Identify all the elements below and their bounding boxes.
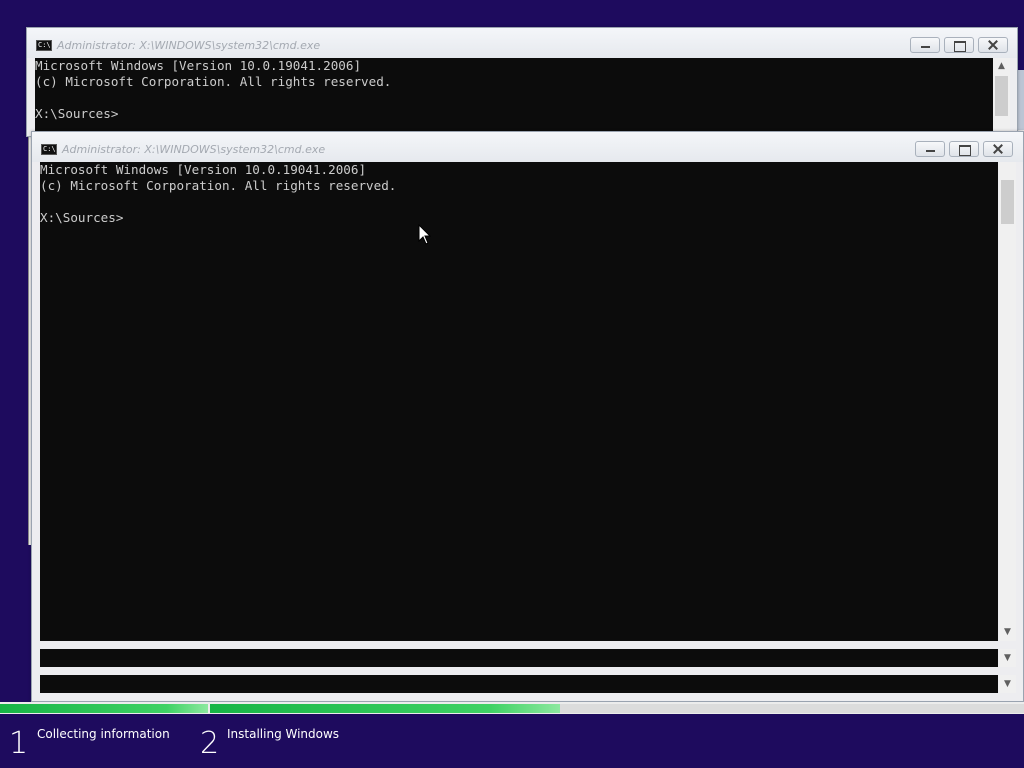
progress-segment-installing bbox=[210, 704, 1024, 713]
step-label: Collecting information bbox=[37, 727, 170, 741]
scroll-down-arrow-icon[interactable]: ▼ bbox=[999, 649, 1016, 667]
window-title: Administrator: X:\WINDOWS\system32\cmd.e… bbox=[62, 143, 326, 156]
console-line: Microsoft Windows [Version 10.0.19041.20… bbox=[40, 162, 367, 177]
console-line: (c) Microsoft Corporation. All rights re… bbox=[40, 178, 397, 193]
maximize-button[interactable] bbox=[944, 37, 974, 53]
scroll-down-arrow-icon[interactable]: ▼ bbox=[999, 624, 1016, 641]
close-icon bbox=[984, 142, 1012, 156]
vertical-scrollbar[interactable]: ▲ bbox=[993, 58, 1010, 131]
mouse-cursor-icon bbox=[418, 224, 432, 245]
progress-fill bbox=[0, 704, 208, 713]
scroll-thumb[interactable] bbox=[995, 76, 1008, 116]
step-number: 1 bbox=[9, 726, 29, 761]
close-button[interactable] bbox=[978, 37, 1008, 53]
step-label: Installing Windows bbox=[227, 727, 340, 741]
cmd-window-front[interactable]: C:\ Administrator: X:\WINDOWS\system32\c… bbox=[31, 131, 1024, 702]
cmd-icon: C:\ bbox=[41, 144, 57, 155]
maximize-button[interactable] bbox=[949, 141, 979, 157]
step-number: 2 bbox=[200, 726, 220, 761]
scroll-thumb[interactable] bbox=[1001, 180, 1014, 224]
maximize-icon bbox=[950, 142, 978, 156]
minimize-button[interactable] bbox=[915, 141, 945, 157]
cmd-icon: C:\ bbox=[36, 40, 52, 51]
title-bar[interactable]: C:\ Administrator: X:\WINDOWS\system32\c… bbox=[32, 132, 1023, 162]
setup-progress-bar bbox=[0, 702, 1024, 714]
window-title: Administrator: X:\WINDOWS\system32\cmd.e… bbox=[57, 39, 321, 52]
maximize-icon bbox=[945, 38, 973, 52]
minimize-button[interactable] bbox=[910, 37, 940, 53]
scroll-up-arrow-icon[interactable]: ▲ bbox=[993, 58, 1010, 75]
minimize-icon bbox=[911, 38, 939, 52]
title-bar[interactable]: C:\ Administrator: X:\WINDOWS\system32\c… bbox=[27, 28, 1017, 58]
console-line: Microsoft Windows [Version 10.0.19041.20… bbox=[35, 58, 362, 73]
cmd-window-back[interactable]: C:\ Administrator: X:\WINDOWS\system32\c… bbox=[26, 27, 1018, 137]
console-prompt: X:\Sources> bbox=[40, 210, 124, 225]
setup-steps: 1 Collecting information 2 Installing Wi… bbox=[0, 714, 1024, 768]
progress-fill bbox=[210, 704, 561, 713]
scroll-down-arrow-icon[interactable]: ▼ bbox=[999, 675, 1016, 693]
console-pane[interactable] bbox=[40, 675, 998, 693]
console-prompt: X:\Sources> bbox=[35, 106, 119, 121]
progress-segment-collecting bbox=[0, 704, 208, 713]
close-icon bbox=[979, 38, 1007, 52]
console-pane[interactable] bbox=[40, 649, 998, 667]
console-line: (c) Microsoft Corporation. All rights re… bbox=[35, 74, 392, 89]
close-button[interactable] bbox=[983, 141, 1013, 157]
console-output[interactable]: Microsoft Windows [Version 10.0.19041.20… bbox=[35, 58, 993, 131]
minimize-icon bbox=[916, 142, 944, 156]
vertical-scrollbar[interactable]: ▼ bbox=[999, 162, 1016, 641]
console-output[interactable]: Microsoft Windows [Version 10.0.19041.20… bbox=[40, 162, 998, 641]
